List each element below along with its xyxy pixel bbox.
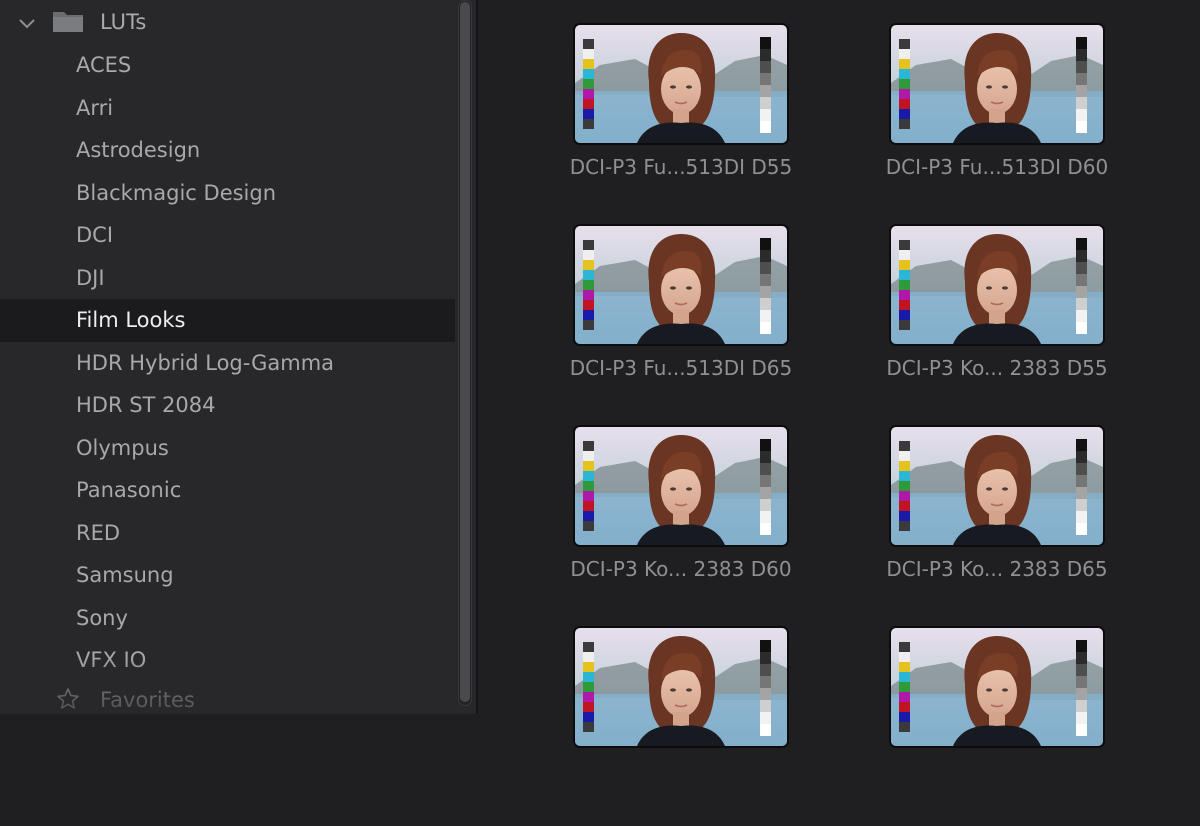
sidebar-item-red[interactable]: RED: [0, 512, 455, 555]
sidebar-item-dji[interactable]: DJI: [0, 257, 455, 300]
tree-root-label: LUTs: [100, 10, 147, 34]
sidebar-item-sony[interactable]: Sony: [0, 597, 455, 640]
sidebar-item-film-looks[interactable]: Film Looks: [0, 299, 455, 342]
sidebar-item-samsung[interactable]: Samsung: [0, 554, 455, 597]
lut-preview-image[interactable]: [889, 425, 1105, 547]
lut-preview-image[interactable]: [573, 224, 789, 346]
sidebar-item-blackmagic-design[interactable]: Blackmagic Design: [0, 172, 455, 215]
lut-preview-image[interactable]: [889, 626, 1105, 748]
lut-name-label: DCI-P3 Ko... 2383 D55: [886, 356, 1108, 380]
lut-preview-image[interactable]: [889, 23, 1105, 145]
lut-preview-image[interactable]: [889, 224, 1105, 346]
lut-category-list: ACES Arri Astrodesign Blackmagic Design DCI D…: [0, 44, 455, 682]
tree-root-luts[interactable]: LUTs: [0, 0, 455, 44]
lut-name-label: DCI-P3 Ko... 2383 D65: [886, 557, 1108, 581]
star-icon: [57, 688, 79, 709]
favorites-label: Favorites: [100, 688, 195, 712]
sidebar-item-dci[interactable]: DCI: [0, 214, 455, 257]
sidebar-item-astrodesign[interactable]: Astrodesign: [0, 129, 455, 172]
favorites-item[interactable]: Favorites: [0, 684, 455, 720]
lut-name-label: DCI-P3 Fu...513DI D60: [885, 155, 1109, 179]
lut-thumbnail-card[interactable]: DCI-P3 Ko... 2383 D60: [537, 425, 797, 625]
folder-icon: [53, 12, 83, 32]
lut-thumbnail-card[interactable]: DCI-P3 Ko... 2383 D65: [853, 425, 1113, 625]
lut-thumbnail-grid: DCI-P3 Fu...513DI D55 DCI-P3 Fu...513DI D…: [478, 0, 1200, 748]
sidebar-item-arri[interactable]: Arri: [0, 87, 455, 130]
chevron-down-icon[interactable]: [16, 13, 38, 35]
lut-name-label: DCI-P3 Fu...513DI D65: [569, 356, 793, 380]
lut-thumbnail-card[interactable]: DCI-P3 Fu...513DI D60: [853, 23, 1113, 223]
lut-thumbnail-card[interactable]: DCI-P3 Fu...513DI D55: [537, 23, 797, 223]
lut-thumbnail-card[interactable]: DCI-P3 Fu...513DI D65: [537, 224, 797, 424]
lut-thumbnail-card[interactable]: DCI-P3 Ko... 2383 D55: [853, 224, 1113, 424]
sidebar-item-olympus[interactable]: Olympus: [0, 427, 455, 470]
lut-thumbnail-card[interactable]: [537, 626, 797, 826]
sidebar-scrollbar-thumb[interactable]: [460, 2, 470, 702]
sidebar-item-panasonic[interactable]: Panasonic: [0, 469, 455, 512]
lut-browser-sidebar: LUTs ACES Arri Astrodesign Blackmagic Desig…: [0, 0, 478, 714]
sidebar-item-vfx-io[interactable]: VFX IO: [0, 639, 455, 682]
lut-name-label: DCI-P3 Ko... 2383 D60: [570, 557, 792, 581]
lut-preview-image[interactable]: [573, 23, 789, 145]
sidebar-item-hdr-st-2084[interactable]: HDR ST 2084: [0, 384, 455, 427]
lut-preview-image[interactable]: [573, 425, 789, 547]
lut-thumbnail-card[interactable]: [853, 626, 1113, 826]
lut-preview-image[interactable]: [573, 626, 789, 748]
sidebar-item-aces[interactable]: ACES: [0, 44, 455, 87]
lut-name-label: DCI-P3 Fu...513DI D55: [569, 155, 793, 179]
sidebar-item-hdr-hybrid-log-gamma[interactable]: HDR Hybrid Log-Gamma: [0, 342, 455, 385]
